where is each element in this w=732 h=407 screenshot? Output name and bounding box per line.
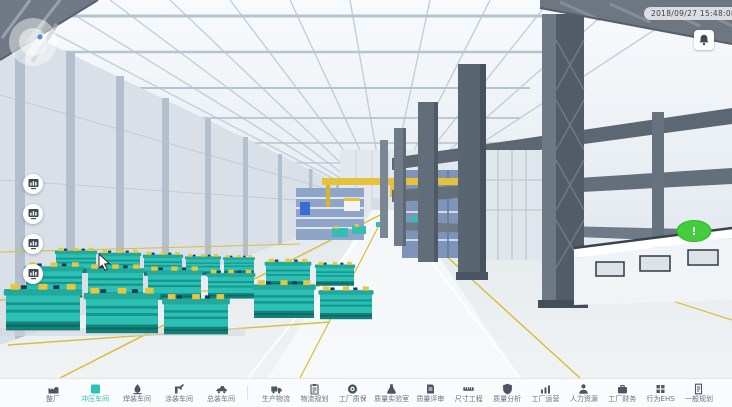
nav-item-logistics-planning[interactable]: 物流规划 — [297, 383, 331, 404]
dashboard-panel-icon — [28, 179, 39, 190]
plant-overview-icon — [47, 383, 60, 395]
nav-label: 质量实验室 — [374, 396, 409, 404]
dashboard-panel-icon — [28, 269, 39, 280]
shield-icon — [501, 383, 514, 395]
dashboard-panel-icon — [28, 239, 39, 250]
nav-label: 工厂质保 — [339, 396, 367, 404]
alert-marker[interactable]: ! — [677, 221, 711, 242]
nav-item-stamping-shop[interactable]: 冲压车间 — [74, 383, 116, 404]
stamping-shop-icon — [89, 383, 102, 395]
nav-label: 焊装车间 — [123, 396, 151, 404]
toolbar-divider — [247, 386, 248, 400]
nav-item-factory-operations[interactable]: 工厂运营 — [529, 383, 563, 404]
person-icon — [577, 383, 590, 395]
datetime-display: 2018/09/27 15:48:08 — [644, 7, 732, 20]
nav-item-quality-review[interactable]: 质量评审 — [413, 383, 447, 404]
side-panel-button-4[interactable] — [23, 264, 43, 284]
document-icon — [424, 383, 437, 395]
nav-item-factory-finance[interactable]: 工厂财务 — [605, 383, 639, 404]
lamp-glare — [9, 18, 57, 66]
truck-icon — [270, 383, 283, 395]
ruler-icon — [462, 383, 475, 395]
side-panel-button-1[interactable] — [23, 174, 43, 194]
assembly-shop-icon — [215, 383, 228, 395]
svg-text:!: ! — [691, 225, 696, 238]
counter-wall — [574, 228, 732, 305]
notification-button[interactable] — [694, 30, 714, 50]
lens-icon — [346, 383, 359, 395]
nav-label: 一般规划 — [685, 396, 713, 404]
nav-item-quality-lab[interactable]: 质量实验室 — [374, 383, 409, 404]
nav-label: 整厂 — [46, 396, 60, 404]
nav-label: 物流规划 — [300, 396, 328, 404]
nav-label: 涂装车间 — [165, 396, 193, 404]
nav-label: 质量分析 — [493, 396, 521, 404]
bottom-toolbar: 整厂 冲压车间 焊装车间 涂装车间 — [0, 378, 732, 407]
nav-label: 工厂财务 — [608, 396, 636, 404]
nav-label: 生产物流 — [262, 396, 290, 404]
blue-sign — [300, 202, 310, 215]
nav-item-factory-qa[interactable]: 工厂质保 — [336, 383, 370, 404]
briefcase-icon — [616, 383, 629, 395]
dashboard-panel-icon — [28, 209, 39, 220]
clipboard-icon — [308, 383, 321, 395]
agv-vehicle — [344, 201, 360, 211]
nav-label: 冲压车间 — [81, 396, 109, 404]
side-panel-button-2[interactable] — [23, 204, 43, 224]
nav-item-human-resources[interactable]: 人力资源 — [567, 383, 601, 404]
module-nav-group: 生产物流 物流规划 工厂质保 — [253, 383, 732, 404]
nav-label: 工厂运营 — [532, 396, 560, 404]
nav-label: 人力资源 — [570, 396, 598, 404]
factory-chart-icon — [539, 383, 552, 395]
nav-item-general-planning[interactable]: 一般规划 — [682, 383, 716, 404]
nav-item-behavior-ehs[interactable]: 行为EHS — [644, 383, 678, 404]
grid-icon — [654, 383, 667, 395]
nav-item-quality-analysis[interactable]: 质量分析 — [490, 383, 524, 404]
nav-label: 行为EHS — [647, 396, 675, 404]
flask-icon — [385, 383, 398, 395]
workshop-nav-group: 整厂 冲压车间 焊装车间 涂装车间 — [32, 383, 242, 404]
bell-icon — [698, 34, 710, 46]
painting-shop-icon — [173, 383, 186, 395]
nav-item-plant-overview[interactable]: 整厂 — [32, 383, 74, 404]
nav-item-welding-shop[interactable]: 焊装车间 — [116, 383, 158, 404]
nav-label: 总装车间 — [207, 396, 235, 404]
welding-shop-icon — [131, 383, 144, 395]
nav-label: 尺寸工程 — [455, 396, 483, 404]
nav-item-production-logistics[interactable]: 生产物流 — [259, 383, 293, 404]
side-panel-button-3[interactable] — [23, 234, 43, 254]
nav-item-painting-shop[interactable]: 涂装车间 — [158, 383, 200, 404]
nav-label: 质量评审 — [416, 396, 444, 404]
digital-twin-app: ! 2018/09/27 15:48:08 — [0, 0, 732, 407]
plan-icon — [692, 383, 705, 395]
nav-item-dimensional-engineering[interactable]: 尺寸工程 — [452, 383, 486, 404]
nav-item-assembly-shop[interactable]: 总装车间 — [200, 383, 242, 404]
factory-3d-scene[interactable]: ! — [0, 0, 732, 378]
